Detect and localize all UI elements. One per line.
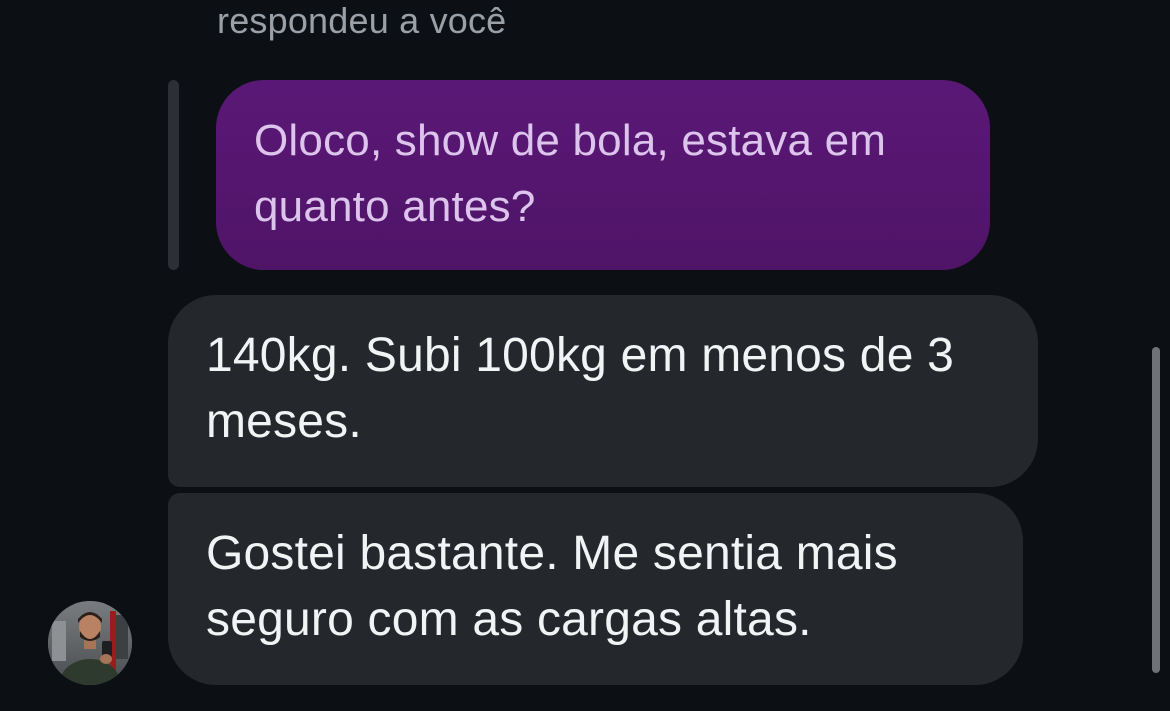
message-bubble[interactable]: 140kg. Subi 100kg em menos de 3 meses.: [168, 295, 1038, 487]
user-avatar-icon: [48, 601, 132, 685]
quoted-message-text: Oloco, show de bola, estava em quanto an…: [254, 116, 887, 231]
sender-avatar[interactable]: [48, 601, 132, 685]
quote-indicator-bar: [168, 80, 179, 270]
quoted-message-bubble[interactable]: Oloco, show de bola, estava em quanto an…: [216, 80, 990, 270]
scrollbar-thumb[interactable]: [1152, 347, 1160, 673]
reply-header: respondeu a você: [217, 0, 507, 41]
message-text: Gostei bastante. Me sentia mais seguro c…: [206, 527, 898, 646]
message-text: 140kg. Subi 100kg em menos de 3 meses.: [206, 329, 955, 448]
message-bubble[interactable]: Gostei bastante. Me sentia mais seguro c…: [168, 493, 1023, 685]
chat-thread: respondeu a você Oloco, show de bola, es…: [0, 0, 1170, 711]
